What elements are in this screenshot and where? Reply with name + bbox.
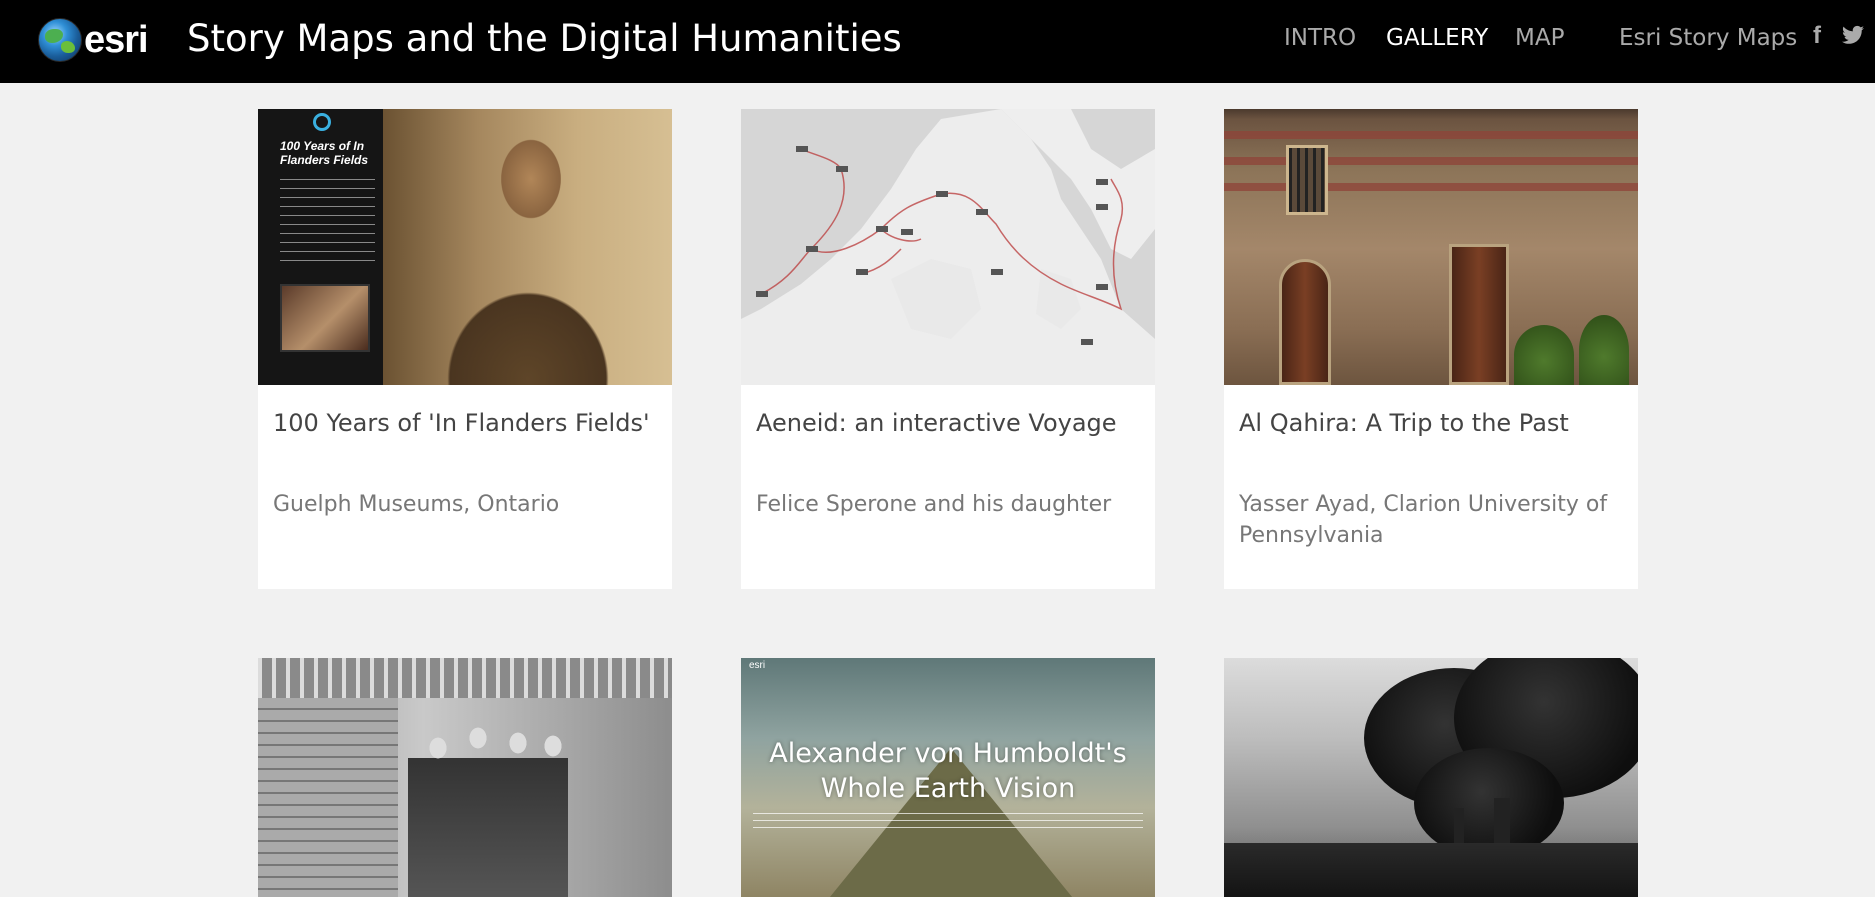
thumbnail-title: 100 Years of In Flanders Fields	[280, 139, 369, 167]
top-nav-bar: esri Story Maps and the Digital Humaniti…	[0, 0, 1875, 83]
site-title: Story Maps and the Digital Humanities	[187, 17, 902, 60]
gallery-card-humboldt[interactable]: esri Alexander von Humboldt's Whole Eart…	[741, 658, 1155, 897]
card-thumbnail[interactable]	[1224, 658, 1638, 897]
twitter-icon[interactable]	[1842, 24, 1864, 52]
card-author: Guelph Museums, Ontario	[273, 492, 560, 517]
globe-icon	[38, 18, 82, 62]
thumbnail-subtitle	[753, 813, 1143, 833]
gallery-card-aeneid[interactable]: Aeneid: an interactive Voyage Felice Spe…	[741, 109, 1155, 589]
logo-text: esri	[84, 18, 149, 61]
card-title[interactable]: Aeneid: an interactive Voyage	[756, 409, 1117, 437]
card-title[interactable]: Al Qahira: A Trip to the Past	[1239, 409, 1569, 437]
voyage-map-image	[741, 109, 1155, 385]
portrait-image	[423, 109, 633, 385]
nav-map[interactable]: MAP	[1515, 25, 1564, 51]
card-thumbnail[interactable]	[741, 109, 1155, 385]
facebook-icon[interactable]: f	[1813, 22, 1821, 50]
card-title[interactable]: 100 Years of 'In Flanders Fields'	[273, 409, 650, 437]
nav-gallery[interactable]: GALLERY	[1386, 25, 1488, 51]
card-thumbnail[interactable]	[1224, 109, 1638, 385]
book-image	[280, 284, 370, 352]
family-group-image	[408, 718, 568, 897]
card-thumbnail[interactable]: esri Alexander von Humboldt's Whole Eart…	[741, 658, 1155, 897]
thumbnail-title: Alexander von Humboldt's Whole Earth Vis…	[769, 738, 1127, 804]
facade-stripe	[1224, 131, 1638, 139]
thumbnail-body-text	[280, 179, 375, 264]
gallery-card-flanders[interactable]: 100 Years of In Flanders Fields 100 Year…	[258, 109, 672, 589]
card-thumbnail[interactable]: 100 Years of In Flanders Fields	[258, 109, 672, 385]
warship-silhouette	[1224, 843, 1638, 897]
nav-intro[interactable]: INTRO	[1284, 25, 1356, 51]
smoke-cloud	[1414, 748, 1564, 858]
esri-mini-logo: esri	[749, 660, 766, 671]
house-siding	[258, 698, 398, 897]
arched-door-image	[1279, 259, 1331, 385]
potted-plant-image	[1514, 325, 1574, 385]
card-author: Yasser Ayad, Clarion University of Penns…	[1239, 492, 1608, 548]
barred-window-image	[1286, 145, 1328, 215]
palm-plant-image	[1579, 315, 1629, 385]
nav-esri-story-maps[interactable]: Esri Story Maps	[1619, 25, 1797, 51]
porch-trim	[258, 658, 672, 698]
thumbnail-side-panel: 100 Years of In Flanders Fields	[258, 109, 383, 385]
esri-logo[interactable]: esri	[38, 17, 149, 63]
guelph-logo-icon	[313, 113, 331, 131]
card-thumbnail[interactable]	[258, 658, 672, 897]
card-author: Felice Sperone and his daughter	[756, 492, 1112, 517]
gallery-card-family-photo[interactable]	[258, 658, 672, 897]
gallery-card-al-qahira[interactable]: Al Qahira: A Trip to the Past Yasser Aya…	[1224, 109, 1638, 589]
gallery-card-harbor-smoke[interactable]	[1224, 658, 1638, 897]
wooden-door-image	[1449, 244, 1509, 385]
